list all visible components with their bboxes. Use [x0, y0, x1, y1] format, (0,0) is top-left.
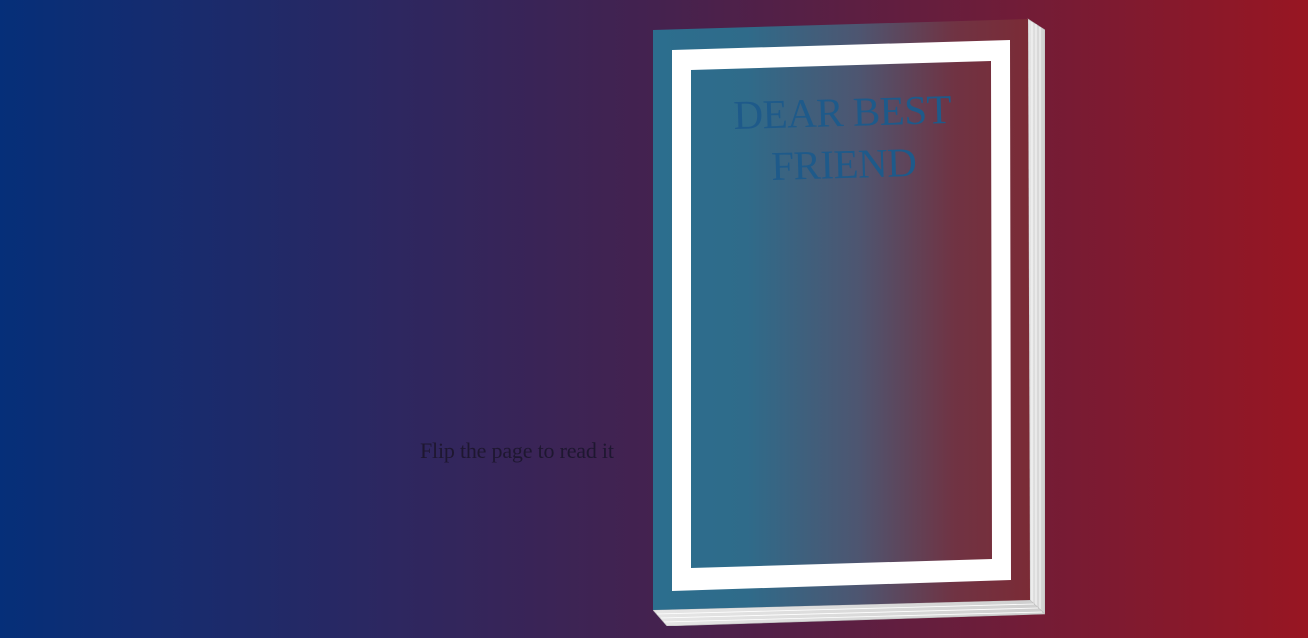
- book[interactable]: DEAR BEST FRIEND: [653, 18, 1045, 626]
- flip-page-hint: Flip the page to read it: [420, 438, 614, 463]
- page-edges-right: [1027, 18, 1045, 615]
- book-title-line-1: DEAR BEST: [732, 85, 952, 139]
- book-title: DEAR BEST FRIEND: [712, 82, 975, 193]
- book-title-line-2: FRIEND: [770, 138, 917, 190]
